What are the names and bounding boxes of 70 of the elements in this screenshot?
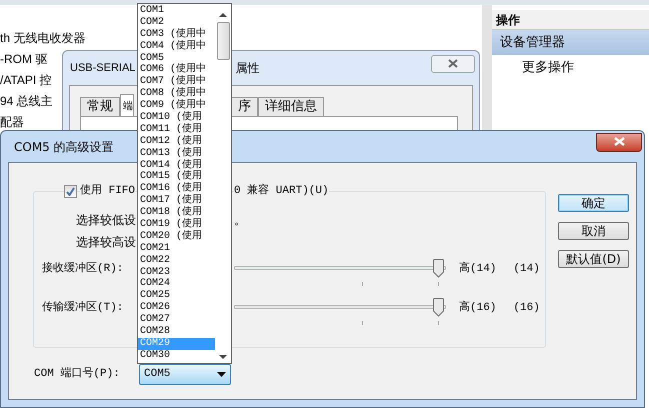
list-item[interactable]: COM25 xyxy=(138,290,215,302)
port-dropdown[interactable]: COM5 xyxy=(139,364,231,385)
window-title: USB-SERIAL xyxy=(70,60,136,76)
list-item[interactable]: COM28 xyxy=(138,326,215,338)
tree-item[interactable]: /ATAPI 控 xyxy=(0,70,52,91)
field-label: COM 端口号(P): xyxy=(34,366,120,382)
tab[interactable]: 详细信息 xyxy=(258,97,324,116)
slider-thumb[interactable] xyxy=(433,259,444,278)
tree-item[interactable]: -ROM 驱 xyxy=(0,49,48,70)
slider-value: (16) xyxy=(513,301,540,316)
list-item[interactable]: COM22 xyxy=(138,254,215,267)
list-item[interactable]: COM6 (使用中 xyxy=(138,64,215,76)
close-icon xyxy=(614,137,624,146)
checkbox[interactable] xyxy=(64,184,77,198)
scroll-down-icon xyxy=(219,354,228,360)
list-item[interactable]: COM27 xyxy=(138,314,215,326)
tab[interactable]: 端 xyxy=(120,94,134,116)
list-item[interactable]: COM24 xyxy=(138,278,215,290)
slider-label: 传输缓冲区(T): xyxy=(42,300,124,316)
tree-item[interactable]: 配器 xyxy=(0,112,24,133)
scroll-thumb[interactable] xyxy=(217,22,230,60)
note-text: 。 xyxy=(234,212,246,229)
list-item[interactable]: COM12 (使用 xyxy=(138,136,215,148)
tree-item[interactable]: 94 总线主 xyxy=(0,91,53,112)
list-item[interactable]: COM30 xyxy=(138,350,215,362)
list-item[interactable]: COM8 (使用中 xyxy=(138,88,215,100)
list-item[interactable]: COM26 xyxy=(138,302,215,314)
tree-item[interactable]: th 无线电收发器 xyxy=(0,28,86,49)
tab[interactable]: 常规 xyxy=(80,97,120,116)
list-item[interactable]: COM15 (使用 xyxy=(138,171,215,184)
list-item[interactable]: COM7 (使用中 xyxy=(138,76,215,88)
list-item[interactable]: COM10 (使用 xyxy=(138,112,215,124)
list-item[interactable]: COM4 (使用中 xyxy=(138,40,215,53)
list-item[interactable]: COM14 (使用 xyxy=(138,160,215,172)
window-title: 属性 xyxy=(235,60,260,77)
tab[interactable]: 序 xyxy=(231,97,258,116)
close-button[interactable] xyxy=(431,55,475,73)
list-item[interactable]: COM23 xyxy=(138,266,215,278)
slider-max-label: 高(16) xyxy=(459,300,496,316)
list-item[interactable]: COM20 (使用 xyxy=(138,230,215,243)
dialog-button[interactable]: 默认值(D) xyxy=(558,250,629,268)
dialog-button[interactable]: 确定 xyxy=(558,194,629,212)
action-item[interactable]: 更多操作 xyxy=(492,55,649,80)
list-item[interactable]: COM9 (使用中 xyxy=(138,100,215,112)
list-item[interactable]: COM3 (使用中 xyxy=(138,28,215,41)
close-button[interactable] xyxy=(596,133,642,152)
check-icon xyxy=(66,186,75,196)
list-item[interactable]: COM17 (使用 xyxy=(138,195,215,208)
list-item[interactable]: COM13 (使用 xyxy=(138,148,215,160)
list-item[interactable]: COM19 (使用 xyxy=(138,219,215,231)
note-text: 选择较高设 xyxy=(76,234,136,251)
action-item[interactable]: 设备管理器 xyxy=(492,30,649,55)
list-item[interactable]: COM18 (使用 xyxy=(138,207,215,220)
scroll-up-icon xyxy=(219,12,228,18)
slider-value: (14) xyxy=(513,262,540,277)
note-text: 选择较低设 xyxy=(76,212,136,229)
slider-label: 接收缓冲区(R): xyxy=(42,261,124,277)
dialog-title: COM5 的高级设置 xyxy=(14,138,114,156)
slider-max-label: 高(14) xyxy=(459,261,496,277)
list-item[interactable]: COM21 xyxy=(138,242,215,255)
list-item[interactable]: COM11 (使用 xyxy=(138,124,215,136)
close-icon xyxy=(448,58,458,68)
dropdown-arrow-icon xyxy=(217,372,226,377)
list-item[interactable]: COM1 xyxy=(138,5,215,17)
panel-header: 操作 xyxy=(492,10,649,30)
list-item[interactable]: COM16 (使用 xyxy=(138,183,215,196)
dialog-button[interactable]: 取消 xyxy=(558,222,629,240)
list-item[interactable]: COM2 xyxy=(138,16,215,29)
list-item[interactable]: COM5 xyxy=(138,52,215,64)
slider-thumb[interactable] xyxy=(433,298,444,317)
